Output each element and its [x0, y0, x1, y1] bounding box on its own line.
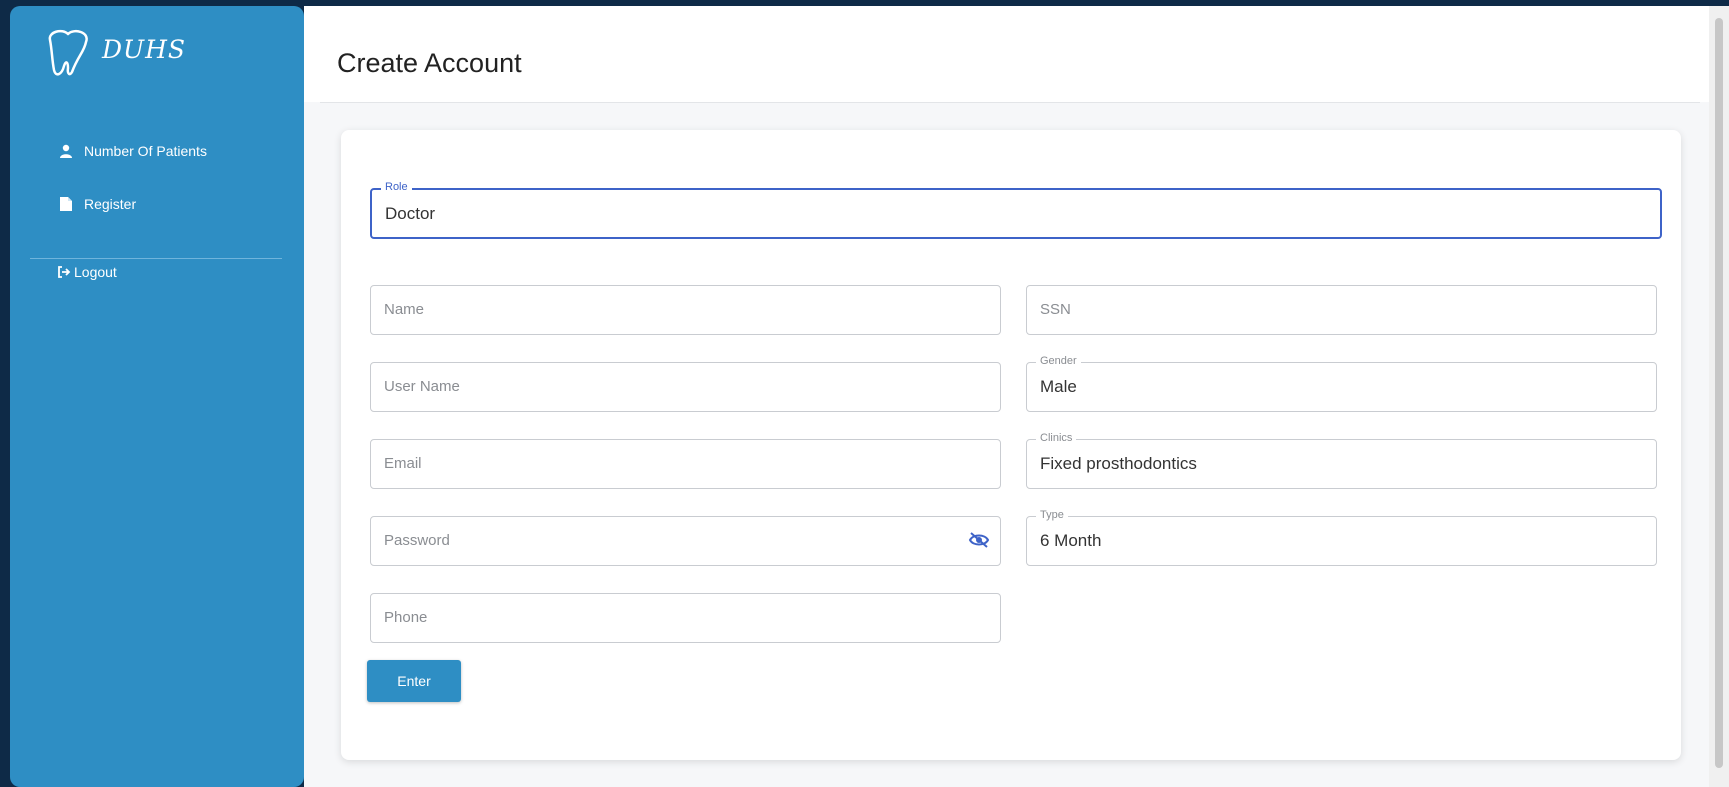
clinics-select[interactable]: Clinics Fixed prosthodontics	[1026, 432, 1657, 489]
name-placeholder: Name	[384, 301, 425, 318]
page-header: Create Account	[304, 6, 1709, 102]
enter-button[interactable]: Enter	[367, 660, 461, 702]
gender-legend: Gender	[1036, 355, 1081, 367]
ssn-placeholder: SSN	[1040, 301, 1071, 318]
username-field[interactable]: User Name	[370, 362, 1001, 412]
sidebar-item-number-of-patients[interactable]: Number Of Patients	[58, 143, 207, 159]
sidebar-divider	[30, 258, 282, 259]
name-field[interactable]: Name	[370, 285, 1001, 335]
role-legend: Role	[381, 181, 412, 193]
email-placeholder: Email	[384, 455, 422, 472]
ssn-field[interactable]: SSN	[1026, 285, 1657, 335]
phone-placeholder: Phone	[384, 609, 428, 626]
gender-select[interactable]: Gender Male	[1026, 355, 1657, 412]
password-placeholder: Password	[384, 532, 450, 549]
create-account-form: Role Doctor Name User Name Email Passwor…	[341, 130, 1681, 760]
user-icon	[58, 143, 74, 159]
logo-text: DUHS	[102, 34, 187, 64]
scrollbar-thumb[interactable]	[1715, 18, 1723, 768]
sidebar-item-label: Register	[84, 196, 137, 212]
sidebar: DUHS Number Of Patients Register Logout	[10, 6, 304, 787]
password-field[interactable]: Password	[370, 516, 1001, 566]
eye-slash-icon[interactable]	[968, 531, 990, 549]
email-field[interactable]: Email	[370, 439, 1001, 489]
type-select[interactable]: Type 6 Month	[1026, 509, 1657, 566]
sidebar-item-label: Number Of Patients	[84, 143, 207, 159]
logout-icon	[56, 264, 72, 280]
sidebar-item-logout[interactable]: Logout	[56, 264, 117, 280]
gender-value: Male	[1040, 377, 1077, 396]
scrollbar[interactable]	[1709, 6, 1729, 787]
role-select[interactable]: Role Doctor	[370, 181, 1662, 239]
clinics-legend: Clinics	[1036, 432, 1077, 444]
type-legend: Type	[1036, 509, 1068, 521]
sidebar-item-register[interactable]: Register	[58, 196, 136, 212]
file-icon	[58, 196, 74, 212]
username-placeholder: User Name	[384, 378, 460, 395]
sidebar-item-label: Logout	[74, 264, 117, 280]
role-value: Doctor	[385, 204, 436, 223]
phone-field[interactable]: Phone	[370, 593, 1001, 643]
logo: DUHS	[40, 26, 186, 82]
page-title: Create Account	[337, 48, 522, 78]
main-content: Create Account Role Doctor Name User Nam…	[304, 6, 1709, 787]
clinics-value: Fixed prosthodontics	[1040, 454, 1197, 473]
type-value: 6 Month	[1040, 531, 1102, 550]
tooth-icon	[48, 29, 88, 76]
header-divider	[320, 102, 1700, 103]
